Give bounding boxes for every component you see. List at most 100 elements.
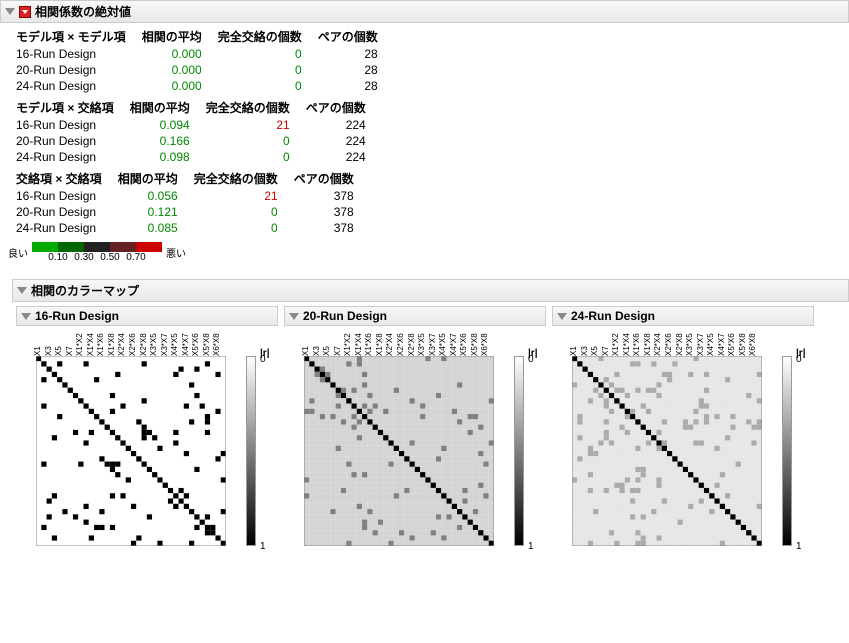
legend-cell: [58, 242, 84, 252]
table-header: ペアの個数: [298, 98, 374, 117]
colorbar-max: 1: [528, 541, 534, 552]
pair-count: 224: [298, 133, 374, 149]
design-name: 24-Run Design: [8, 149, 122, 165]
table-row: 16-Run Design0.05621378: [8, 188, 362, 204]
table-header: 完全交絡の個数: [198, 98, 298, 117]
legend-tick: 0.30: [71, 252, 97, 263]
confound-count: 0: [186, 220, 286, 236]
legend-cell: [84, 242, 110, 252]
legend-ticks: 0.100.300.500.70: [32, 252, 162, 263]
section-title: 相関係数の絶対値: [35, 3, 131, 20]
colorbar-min: 0: [260, 354, 266, 365]
disclosure-icon[interactable]: [21, 313, 31, 320]
pair-count: 28: [310, 78, 386, 94]
table-row: 16-Run Design0.000028: [8, 46, 386, 62]
heatmap: [36, 356, 226, 546]
avg-corr: 0.000: [134, 62, 210, 78]
design-name: 16-Run Design: [8, 188, 110, 204]
table-header: 相関の平均: [134, 27, 210, 46]
table-row: 20-Run Design0.1210378: [8, 204, 362, 220]
maps-row: 16-Run Design X1X3X5X7X1*X2X1*X4X1*X6X1*X…: [12, 302, 849, 570]
table-header: 相関の平均: [122, 98, 198, 117]
legend-cell: [136, 242, 162, 252]
design-name: 20-Run Design: [8, 133, 122, 149]
table-header: モデル項 × 交絡項: [8, 98, 122, 117]
colormap-body: X1X3X5X7X1*X2X1*X4X1*X6X1*X8X2*X4X2*X6X2…: [552, 326, 814, 566]
pair-count: 28: [310, 46, 386, 62]
correlation-table: 交絡項 × 交絡項相関の平均完全交絡の個数ペアの個数16-Run Design0…: [8, 169, 362, 236]
colormap-title: 20-Run Design: [303, 309, 387, 323]
table-row: 24-Run Design0.0980224: [8, 149, 374, 165]
colorbar: [514, 356, 524, 546]
pair-count: 224: [298, 117, 374, 133]
table-header: 交絡項 × 交絡項: [8, 169, 110, 188]
avg-corr: 0.166: [122, 133, 198, 149]
colormap-header: 24-Run Design: [552, 306, 814, 326]
colorbar: [246, 356, 256, 546]
colormap-body: X1X3X5X7X1*X2X1*X4X1*X6X1*X8X2*X4X2*X6X2…: [16, 326, 278, 566]
legend-colorbar: [32, 242, 162, 252]
x-axis-labels: X1X3X5X7X1*X2X1*X4X1*X6X1*X8X2*X4X2*X6X2…: [572, 326, 772, 356]
legend-good-label: 良い: [8, 245, 28, 260]
section-header-abs-corr: 相関係数の絶対値: [0, 0, 849, 23]
avg-corr: 0.085: [110, 220, 186, 236]
avg-corr: 0.056: [110, 188, 186, 204]
legend-cell: [32, 242, 58, 252]
legend-bad-label: 悪い: [166, 245, 186, 260]
pair-count: 28: [310, 62, 386, 78]
disclosure-icon[interactable]: [17, 287, 27, 294]
colormap-section-title: 相関のカラーマップ: [31, 282, 139, 299]
confound-count: 0: [210, 62, 310, 78]
table-header: 相関の平均: [110, 169, 186, 188]
table-header: 完全交絡の個数: [210, 27, 310, 46]
colormap-header: 20-Run Design: [284, 306, 546, 326]
confound-count: 0: [210, 46, 310, 62]
colormap-title: 16-Run Design: [35, 309, 119, 323]
design-name: 24-Run Design: [8, 220, 110, 236]
table-row: 16-Run Design0.09421224: [8, 117, 374, 133]
correlation-tables: モデル項 × モデル項相関の平均完全交絡の個数ペアの個数16-Run Desig…: [0, 27, 849, 236]
pair-count: 378: [286, 220, 362, 236]
avg-corr: 0.098: [122, 149, 198, 165]
design-name: 16-Run Design: [8, 46, 134, 62]
design-name: 20-Run Design: [8, 204, 110, 220]
pair-count: 378: [286, 188, 362, 204]
avg-corr: 0.000: [134, 78, 210, 94]
table-header: 完全交絡の個数: [186, 169, 286, 188]
colormap-block: 24-Run Design X1X3X5X7X1*X2X1*X4X1*X6X1*X…: [552, 306, 814, 566]
correlation-table: モデル項 × モデル項相関の平均完全交絡の個数ペアの個数16-Run Desig…: [8, 27, 386, 94]
legend-tick: 0.50: [97, 252, 123, 263]
disclosure-icon[interactable]: [5, 8, 15, 15]
colormap-title: 24-Run Design: [571, 309, 655, 323]
colormap-block: 20-Run Design X1X3X5X7X1*X2X1*X4X1*X6X1*X…: [284, 306, 546, 566]
section-header-colormap: 相関のカラーマップ: [12, 279, 849, 302]
avg-corr: 0.121: [110, 204, 186, 220]
confound-count: 21: [186, 188, 286, 204]
avg-corr: 0.000: [134, 46, 210, 62]
avg-corr: 0.094: [122, 117, 198, 133]
confound-count: 21: [198, 117, 298, 133]
disclosure-icon[interactable]: [557, 313, 567, 320]
menu-button-icon[interactable]: [19, 6, 31, 18]
pair-count: 224: [298, 149, 374, 165]
colorbar-max: 1: [796, 541, 802, 552]
colorbar-min: 0: [796, 354, 802, 365]
table-row: 24-Run Design0.000028: [8, 78, 386, 94]
colorbar-max: 1: [260, 541, 266, 552]
confound-count: 0: [198, 149, 298, 165]
legend-tick: 0.10: [45, 252, 71, 263]
confound-count: 0: [210, 78, 310, 94]
disclosure-icon[interactable]: [289, 313, 299, 320]
table-row: 20-Run Design0.1660224: [8, 133, 374, 149]
x-axis-labels: X1X3X5X7X1*X2X1*X4X1*X6X1*X8X2*X4X2*X6X2…: [36, 326, 236, 356]
heatmap: [572, 356, 762, 546]
colorbar-min: 0: [528, 354, 534, 365]
design-name: 24-Run Design: [8, 78, 134, 94]
design-name: 20-Run Design: [8, 62, 134, 78]
colorbar: [782, 356, 792, 546]
legend-cell: [110, 242, 136, 252]
colormap-body: X1X3X5X7X1*X2X1*X4X1*X6X1*X8X2*X4X2*X6X2…: [284, 326, 546, 566]
table-header: ペアの個数: [310, 27, 386, 46]
correlation-table: モデル項 × 交絡項相関の平均完全交絡の個数ペアの個数16-Run Design…: [8, 98, 374, 165]
colormap-block: 16-Run Design X1X3X5X7X1*X2X1*X4X1*X6X1*X…: [16, 306, 278, 566]
